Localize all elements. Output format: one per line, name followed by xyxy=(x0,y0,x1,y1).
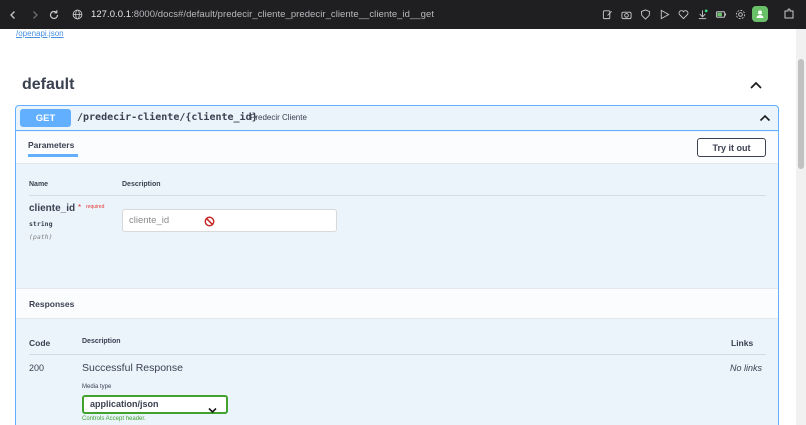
shield-icon[interactable] xyxy=(637,6,653,22)
browser-toolbar: 127.0.0.1:8000/docs#/default/predecir_cl… xyxy=(0,0,806,29)
chevron-up-icon[interactable] xyxy=(758,111,772,125)
column-header-code: Code xyxy=(29,338,51,348)
battery-icon[interactable] xyxy=(713,6,729,22)
extensions-button[interactable] xyxy=(781,6,797,22)
column-header-description: Description xyxy=(122,181,161,188)
camera-icon[interactable] xyxy=(618,6,634,22)
person-icon xyxy=(756,10,764,18)
forward-button[interactable] xyxy=(25,5,45,25)
method-badge: GET xyxy=(20,109,71,127)
required-label: required xyxy=(86,204,105,210)
toolbar-icons xyxy=(599,6,748,22)
divider xyxy=(29,354,766,355)
operation-summary-text: Predecir Cliente xyxy=(250,113,307,122)
edit-icon[interactable] xyxy=(599,6,615,22)
parameter-type: string xyxy=(29,220,53,228)
operation-path: /predecir-cliente/{cliente_id} xyxy=(77,112,258,123)
operation-block: GET /predecir-cliente/{cliente_id} Prede… xyxy=(15,105,779,425)
response-links: No links xyxy=(730,363,763,373)
operation-summary[interactable]: GET /predecir-cliente/{cliente_id} Prede… xyxy=(16,106,778,131)
response-description: Successful Response xyxy=(82,362,183,374)
parameter-location: (path) xyxy=(29,233,53,241)
parameter-name: cliente_id xyxy=(29,203,76,214)
settings-icon[interactable] xyxy=(732,6,748,22)
cliente-id-input[interactable]: cliente_id xyxy=(122,209,337,232)
tab-underline xyxy=(28,154,78,157)
url-path: :8000/docs#/default/predecir_cliente_pre… xyxy=(131,9,435,20)
send-icon[interactable] xyxy=(656,6,672,22)
responses-title: Responses xyxy=(29,299,75,309)
chevron-right-icon xyxy=(33,11,38,19)
chevron-up-icon[interactable] xyxy=(748,77,764,93)
divider xyxy=(29,195,766,196)
site-info-icon[interactable] xyxy=(69,7,85,23)
controls-accept-header-text: Controls Accept header. xyxy=(82,416,146,422)
profile-avatar[interactable] xyxy=(752,6,768,22)
page-scrollbar[interactable] xyxy=(796,29,806,425)
not-allowed-icon xyxy=(204,214,215,227)
parameters-header: Parameters Try it out xyxy=(16,132,778,164)
chevron-left-icon xyxy=(10,11,15,19)
url-text: 127.0.0.1:8000/docs#/default/predecir_cl… xyxy=(91,9,434,20)
response-code: 200 xyxy=(29,363,45,373)
responses-header: Responses xyxy=(16,288,778,319)
tab-parameters[interactable]: Parameters xyxy=(28,140,74,150)
media-type-label: Media type xyxy=(82,384,112,390)
media-type-select[interactable]: application/json xyxy=(82,395,228,414)
back-button[interactable] xyxy=(3,5,23,25)
scrollbar-thumb[interactable] xyxy=(798,59,804,169)
reload-button[interactable] xyxy=(44,5,64,25)
swagger-page: /openapi.json default GET /predecir-clie… xyxy=(0,29,796,425)
extensions-icon xyxy=(784,8,794,19)
column-header-response-description: Description xyxy=(82,338,121,345)
heart-icon[interactable] xyxy=(675,6,691,22)
try-it-out-button[interactable]: Try it out xyxy=(697,138,766,157)
url-host: 127.0.0.1 xyxy=(91,9,132,20)
required-star: * xyxy=(78,203,82,212)
section-title[interactable]: default xyxy=(22,76,74,94)
column-header-name: Name xyxy=(29,181,49,188)
reload-icon xyxy=(49,10,59,20)
column-header-links: Links xyxy=(731,338,754,348)
chevron-down-icon[interactable] xyxy=(208,401,217,414)
openapi-link[interactable]: /openapi.json xyxy=(16,29,64,38)
download-icon[interactable] xyxy=(694,6,710,22)
